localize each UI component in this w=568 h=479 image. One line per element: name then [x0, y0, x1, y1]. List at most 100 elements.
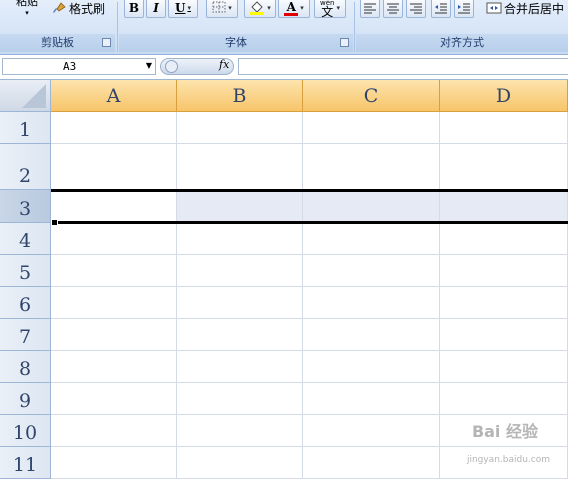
- row-header-7[interactable]: 7: [0, 319, 51, 351]
- cell-d1[interactable]: [440, 112, 568, 144]
- merge-center-button[interactable]: 合并后居中: [486, 0, 564, 17]
- merge-center-label: 合并后居中: [504, 1, 565, 16]
- cell-b4[interactable]: [177, 223, 303, 255]
- cell-d4[interactable]: [440, 223, 568, 255]
- paint-bucket-icon: [249, 0, 265, 16]
- cell-b6[interactable]: [177, 287, 303, 319]
- row-header-3[interactable]: 3: [0, 190, 51, 223]
- resize-handle-icon[interactable]: [165, 60, 178, 73]
- row-header-6[interactable]: 6: [0, 287, 51, 319]
- select-all-corner[interactable]: [0, 80, 51, 112]
- paste-button[interactable]: 粘贴 ▾: [8, 0, 46, 23]
- name-box-dropdown-icon[interactable]: ▼: [146, 61, 152, 70]
- cell-a5[interactable]: [51, 255, 177, 287]
- cell-b1[interactable]: [177, 112, 303, 144]
- row-header-9[interactable]: 9: [0, 383, 51, 415]
- column-header-a[interactable]: A: [51, 80, 177, 112]
- row-header-4[interactable]: 4: [0, 223, 51, 255]
- alignment-group-label: 对齐方式: [356, 34, 568, 52]
- cell-b10[interactable]: [177, 415, 303, 447]
- font-dialog-launcher-icon[interactable]: [340, 38, 349, 47]
- cell-a6[interactable]: [51, 287, 177, 319]
- row-header-5[interactable]: 5: [0, 255, 51, 287]
- cell-a10[interactable]: [51, 415, 177, 447]
- underline-button[interactable]: U ▾: [168, 0, 198, 18]
- name-box[interactable]: A3 ▼: [2, 58, 156, 75]
- chevron-down-icon: ▾: [228, 4, 232, 12]
- cell-c8[interactable]: [303, 351, 440, 383]
- cell-d7[interactable]: [440, 319, 568, 351]
- cell-a7[interactable]: [51, 319, 177, 351]
- insert-function-icon[interactable]: fx: [219, 58, 229, 71]
- cell-c1[interactable]: [303, 112, 440, 144]
- cell-a4[interactable]: [51, 223, 177, 255]
- clipboard-dialog-launcher-icon[interactable]: [102, 38, 111, 47]
- cell-b9[interactable]: [177, 383, 303, 415]
- cell-c7[interactable]: [303, 319, 440, 351]
- bold-button[interactable]: B: [124, 0, 144, 18]
- select-all-triangle-icon: [22, 84, 46, 108]
- fill-handle[interactable]: [51, 219, 58, 226]
- cell-c10[interactable]: [303, 415, 440, 447]
- italic-button[interactable]: I: [146, 0, 166, 18]
- decrease-indent-button[interactable]: [431, 0, 451, 18]
- cell-d8[interactable]: [440, 351, 568, 383]
- paste-dropdown-icon[interactable]: ▾: [8, 9, 46, 17]
- column-header-c[interactable]: C: [303, 80, 440, 112]
- group-separator: [354, 2, 355, 52]
- row-header-1[interactable]: 1: [0, 112, 51, 144]
- cell-c4[interactable]: [303, 223, 440, 255]
- phonetic-icon: wén 文: [320, 0, 335, 19]
- row-header-2[interactable]: 2: [0, 144, 51, 190]
- selection-border-bottom: [51, 221, 568, 224]
- cell-d6[interactable]: [440, 287, 568, 319]
- cell-a1[interactable]: [51, 112, 177, 144]
- format-painter-button[interactable]: 格式刷: [52, 0, 105, 16]
- cell-d5[interactable]: [440, 255, 568, 287]
- cell-b3[interactable]: [177, 190, 303, 223]
- name-box-value: A3: [63, 60, 77, 73]
- cell-b5[interactable]: [177, 255, 303, 287]
- align-center-button[interactable]: [383, 0, 403, 18]
- cell-c5[interactable]: [303, 255, 440, 287]
- fill-color-button[interactable]: ▾: [244, 0, 276, 18]
- cell-d9[interactable]: [440, 383, 568, 415]
- column-header-d[interactable]: D: [440, 80, 568, 112]
- increase-indent-icon: [458, 3, 470, 14]
- font-group-label: 字体: [119, 34, 353, 52]
- formula-input[interactable]: [238, 58, 568, 75]
- increase-indent-button[interactable]: [454, 0, 474, 18]
- align-left-button[interactable]: [360, 0, 380, 18]
- group-separator: [117, 2, 118, 52]
- cell-a11[interactable]: [51, 447, 177, 479]
- row-header-8[interactable]: 8: [0, 351, 51, 383]
- row-header-10[interactable]: 10: [0, 415, 51, 447]
- cell-b11[interactable]: [177, 447, 303, 479]
- phonetic-guide-button[interactable]: wén 文 ▾: [314, 0, 346, 18]
- cell-d2[interactable]: [440, 144, 568, 190]
- column-header-b[interactable]: B: [177, 80, 303, 112]
- borders-icon: [212, 1, 226, 16]
- align-right-button[interactable]: [406, 0, 426, 18]
- cell-a3[interactable]: [51, 190, 177, 223]
- cell-a8[interactable]: [51, 351, 177, 383]
- formula-bar: A3 ▼ fx: [0, 55, 568, 80]
- chevron-down-icon: ▾: [187, 4, 191, 12]
- chevron-down-icon: ▾: [336, 4, 340, 12]
- cell-a2[interactable]: [51, 144, 177, 190]
- font-color-button[interactable]: A ▾: [278, 0, 310, 18]
- format-painter-label: 格式刷: [69, 1, 106, 16]
- cell-c9[interactable]: [303, 383, 440, 415]
- cell-c6[interactable]: [303, 287, 440, 319]
- cell-d3[interactable]: [440, 190, 568, 223]
- borders-button[interactable]: ▾: [206, 0, 238, 18]
- cell-c3[interactable]: [303, 190, 440, 223]
- cell-b8[interactable]: [177, 351, 303, 383]
- cell-b7[interactable]: [177, 319, 303, 351]
- row-header-11[interactable]: 11: [0, 447, 51, 479]
- cell-a9[interactable]: [51, 383, 177, 415]
- cell-c2[interactable]: [303, 144, 440, 190]
- cell-b2[interactable]: [177, 144, 303, 190]
- cell-c11[interactable]: [303, 447, 440, 479]
- watermark: Bai 经验: [471, 422, 538, 441]
